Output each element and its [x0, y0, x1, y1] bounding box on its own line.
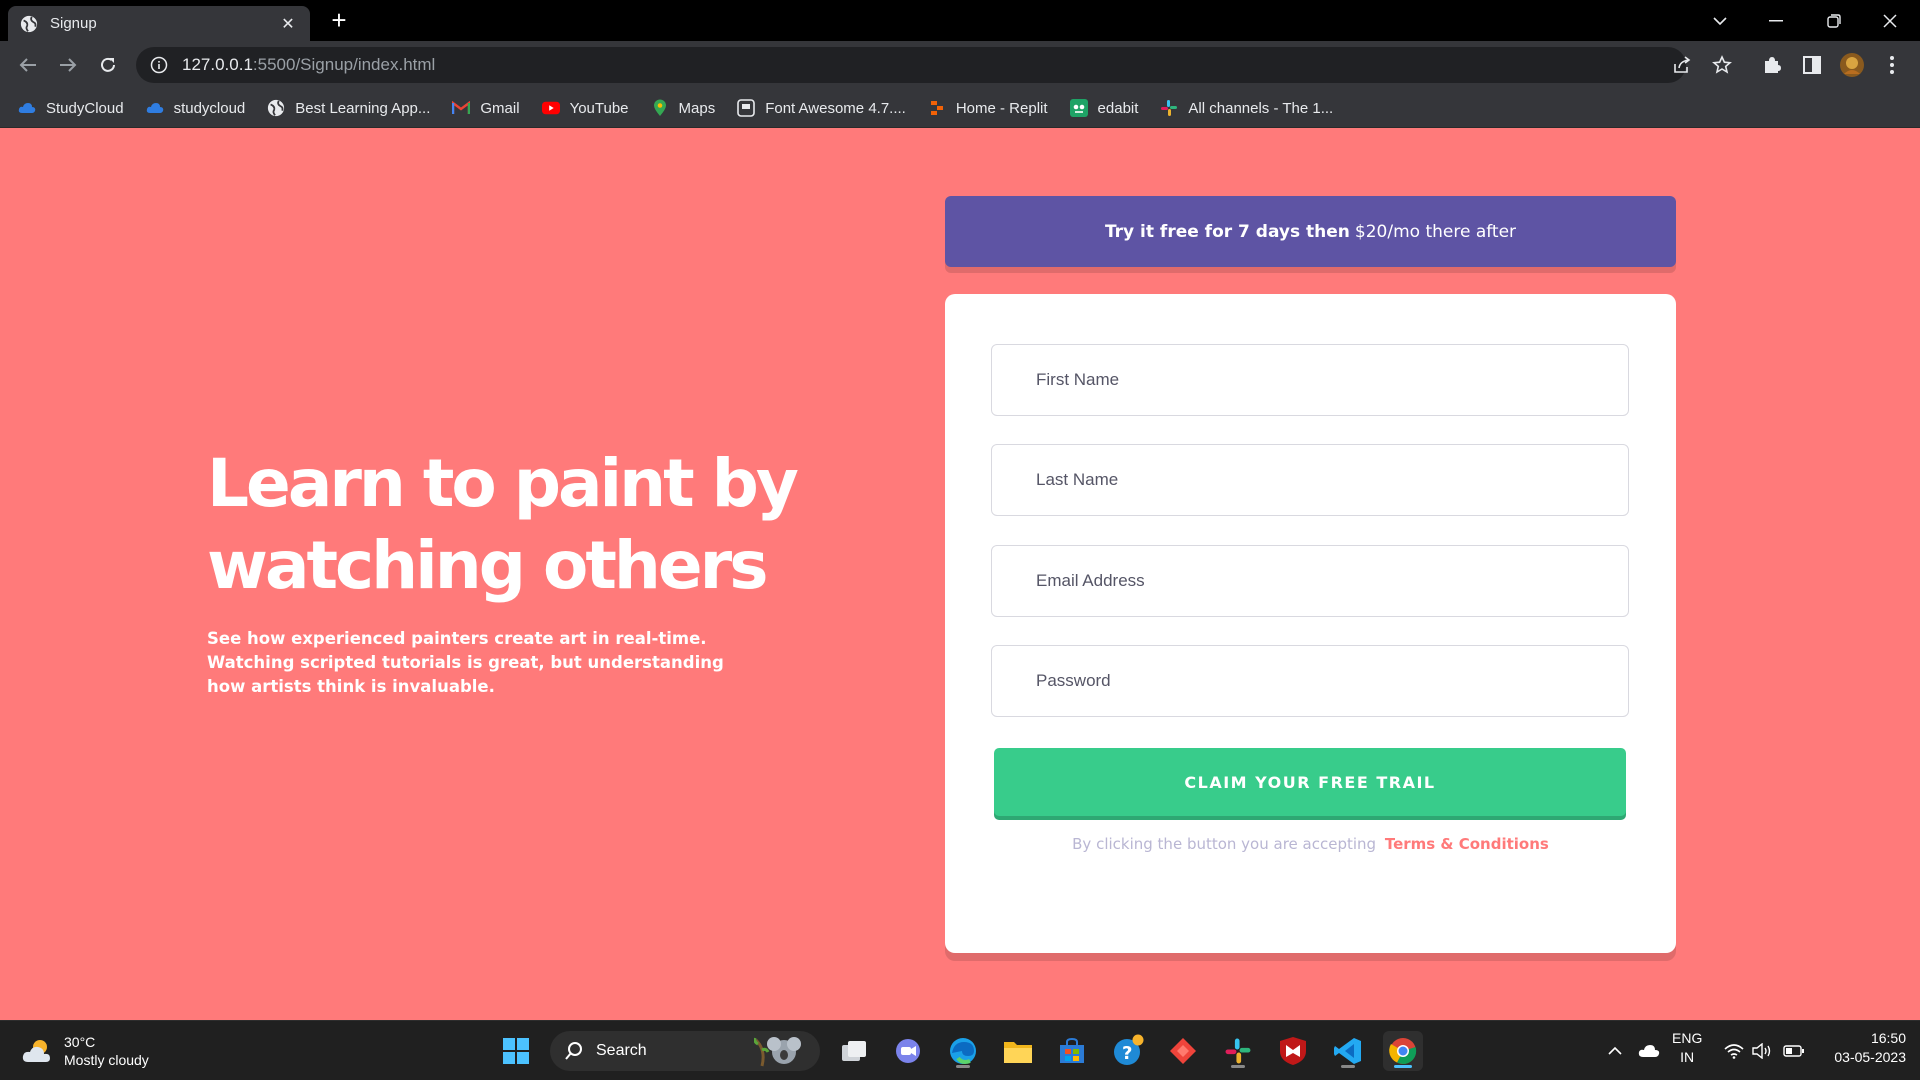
get-help-icon[interactable]: ? [1108, 1031, 1148, 1071]
cloud-icon [146, 99, 164, 117]
address-bar[interactable]: 127.0.0.1:5500/Signup/index.html [136, 47, 1686, 83]
globe-icon [267, 99, 285, 117]
url-path: :5500/Signup/index.html [252, 55, 436, 74]
bookmark-star-icon[interactable] [1710, 53, 1734, 77]
clock-date: 03-05-2023 [1834, 1049, 1906, 1065]
volume-icon[interactable] [1744, 1031, 1780, 1071]
search-icon [565, 1042, 582, 1060]
hero-title: Learn to paint by watching others [207, 445, 799, 604]
share-icon[interactable] [1670, 53, 1694, 77]
clock[interactable]: 16:50 03-05-2023 [1820, 1029, 1906, 1067]
microsoft-store-icon[interactable] [1052, 1031, 1092, 1071]
bookmark-slack[interactable]: All channels - The 1... [1160, 99, 1333, 117]
claim-free-trial-button[interactable]: CLAIM YOUR FREE TRAIL [994, 748, 1626, 816]
browser-toolbar: 127.0.0.1:5500/Signup/index.html [0, 41, 1920, 89]
edge-browser-icon[interactable] [943, 1031, 983, 1071]
temperature: 30°C [64, 1034, 96, 1050]
bookmark-font-awesome[interactable]: Font Awesome 4.7.... [737, 99, 906, 117]
reload-icon[interactable] [94, 51, 122, 79]
weather-widget[interactable]: 30°C Mostly cloudy [22, 1033, 149, 1069]
terms-prefix: By clicking the button you are accepting [1072, 835, 1377, 853]
battery-icon[interactable] [1776, 1031, 1812, 1071]
promo-banner: Try it free for 7 days then $20/mo there… [945, 196, 1676, 267]
onedrive-cloud-icon[interactable] [1627, 1031, 1671, 1071]
taskbar-search[interactable]: Search [550, 1031, 820, 1071]
minimize-icon[interactable] [1756, 0, 1796, 41]
windows-start-icon[interactable] [496, 1031, 536, 1071]
back-arrow-icon[interactable] [14, 51, 42, 79]
mcafee-shield-icon[interactable] [1273, 1031, 1313, 1071]
side-panel-icon[interactable] [1798, 51, 1826, 79]
window-close-icon[interactable] [1870, 0, 1910, 41]
language-indicator[interactable]: ENG IN [1672, 1029, 1702, 1067]
signup-form: CLAIM YOUR FREE TRAIL By clicking the bu… [945, 294, 1676, 953]
slack-app-icon[interactable] [1218, 1031, 1258, 1071]
cloud-sun-icon [22, 1040, 50, 1062]
bookmark-edabit[interactable]: edabit [1069, 99, 1138, 117]
new-tab-button[interactable]: + [326, 7, 352, 34]
anydesk-icon[interactable] [1163, 1031, 1203, 1071]
bookmark-best-learning-app[interactable]: Best Learning App... [267, 99, 430, 117]
browser-tab[interactable]: Signup ✕ [8, 6, 310, 41]
site-info-icon[interactable] [150, 56, 168, 74]
url-host: 127.0.0.1 [182, 55, 253, 74]
browser-tab-bar: Signup ✕ + [0, 0, 1920, 41]
promo-bold-text: Try it free for 7 days then [1104, 221, 1350, 242]
forward-arrow-icon[interactable] [54, 51, 82, 79]
youtube-icon [541, 99, 560, 117]
gmail-icon [452, 99, 471, 117]
clock-time: 16:50 [1870, 1030, 1906, 1046]
chrome-icon[interactable] [1383, 1031, 1423, 1071]
tab-search-icon[interactable] [1700, 0, 1740, 41]
koala-icon [754, 1037, 801, 1067]
slack-icon [1160, 99, 1178, 117]
svg-text:?: ? [1122, 1043, 1132, 1064]
maps-pin-icon [651, 99, 669, 117]
weather-condition: Mostly cloudy [64, 1052, 149, 1068]
tab-close-icon[interactable]: ✕ [278, 14, 298, 34]
menu-dots-icon[interactable] [1878, 51, 1906, 79]
tab-title: Signup [50, 15, 97, 32]
profile-avatar[interactable] [1838, 51, 1866, 79]
bookmarks-bar: StudyCloud studycloud Best Learning App.… [0, 89, 1920, 128]
language-code: ENG [1672, 1030, 1703, 1046]
bookmark-replit[interactable]: Home - Replit [928, 99, 1048, 117]
bookmark-youtube[interactable]: YouTube [541, 99, 629, 117]
password-input[interactable] [991, 645, 1629, 717]
vscode-icon[interactable] [1328, 1031, 1368, 1071]
font-awesome-icon [737, 99, 756, 117]
replit-icon [928, 99, 946, 117]
edabit-icon [1069, 99, 1088, 117]
first-name-input[interactable] [991, 344, 1629, 416]
windows-taskbar: 30°C Mostly cloudy Search ? ENG IN 16:50… [0, 1020, 1920, 1080]
hero-description: See how experienced painters create art … [207, 629, 724, 696]
bookmark-studycloud[interactable]: StudyCloud [18, 99, 124, 117]
signup-page: Learn to paint by watching others See ho… [0, 128, 1920, 1020]
globe-icon [20, 15, 38, 32]
promo-price-text: $20/mo there after [1354, 221, 1517, 242]
restore-icon[interactable] [1814, 0, 1854, 41]
bookmark-gmail[interactable]: Gmail [452, 99, 520, 117]
teams-chat-icon[interactable] [888, 1031, 928, 1071]
extensions-puzzle-icon[interactable] [1758, 51, 1786, 79]
terms-link[interactable]: Terms & Conditions [1385, 835, 1549, 853]
terms-notice: By clicking the button you are accepting… [945, 835, 1676, 853]
file-explorer-icon[interactable] [998, 1031, 1038, 1071]
search-label: Search [596, 1042, 647, 1059]
task-view-icon[interactable] [834, 1031, 874, 1071]
cloud-icon [18, 99, 36, 117]
region-code: IN [1680, 1049, 1695, 1065]
email-input[interactable] [991, 545, 1629, 617]
bookmark-studycloud-2[interactable]: studycloud [146, 99, 245, 117]
bookmark-maps[interactable]: Maps [651, 99, 715, 117]
last-name-input[interactable] [991, 444, 1629, 516]
